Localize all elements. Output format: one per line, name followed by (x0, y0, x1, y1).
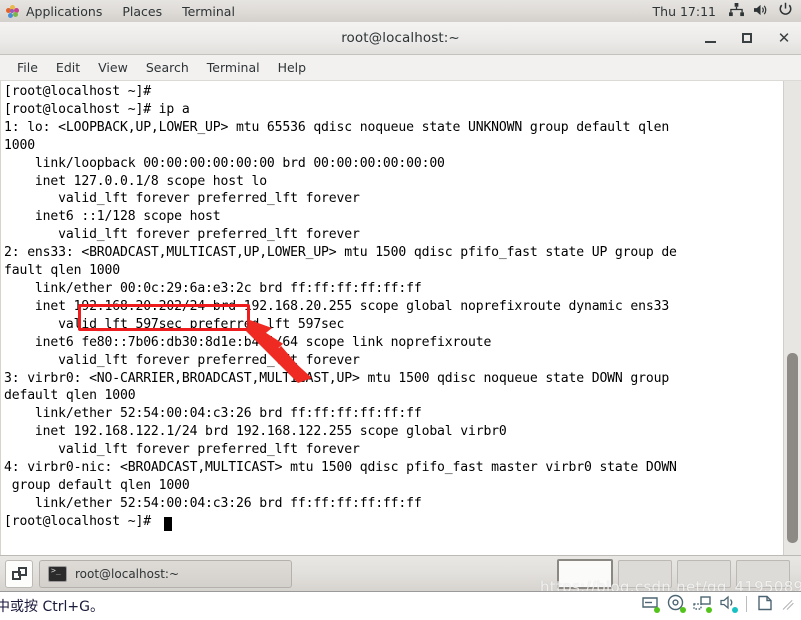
printer-icon[interactable] (640, 594, 660, 614)
window-controls: ✕ (703, 22, 791, 54)
terminal-app-menu[interactable]: Terminal (172, 0, 245, 22)
network-icon[interactable] (692, 594, 712, 614)
terminal-app-label: Terminal (182, 3, 235, 19)
menu-help[interactable]: Help (269, 55, 316, 80)
top-panel-status-area: Thu 17:11 (653, 0, 801, 22)
workspace-1[interactable] (557, 558, 613, 589)
terminal-window: root@localhost:~ ✕ File Edit View Search… (0, 22, 801, 555)
disc-icon[interactable] (666, 594, 686, 614)
menu-edit[interactable]: Edit (47, 55, 89, 80)
window-title: root@localhost:~ (341, 30, 460, 46)
close-icon: ✕ (777, 28, 791, 47)
printer-status-dot (654, 607, 660, 613)
menu-file[interactable]: File (8, 55, 47, 80)
terminal-body: [root@localhost ~]# [root@localhost ~]# … (0, 81, 801, 555)
places-label: Places (122, 3, 163, 19)
terminal-screen[interactable]: [root@localhost ~]# [root@localhost ~]# … (1, 81, 784, 555)
resize-grip[interactable] (781, 596, 797, 612)
system-tray (640, 594, 797, 614)
show-desktop-button[interactable] (5, 559, 33, 588)
terminal-cursor (164, 517, 172, 531)
workspace-2[interactable] (618, 559, 672, 588)
gnome-top-panel: Applications Places Terminal Thu 17:11 (0, 0, 801, 23)
volume-icon[interactable] (753, 3, 769, 20)
power-icon[interactable] (778, 2, 793, 20)
network-status-dot (706, 607, 712, 613)
maximize-icon (742, 33, 752, 43)
applications-menu[interactable]: Applications (0, 0, 112, 22)
taskbar-window-label: root@localhost:~ (75, 566, 180, 581)
workspace-switcher (557, 558, 796, 589)
minimize-icon (704, 40, 716, 43)
menu-view[interactable]: View (89, 55, 137, 80)
taskbar-window-button[interactable]: root@localhost:~ (39, 559, 292, 588)
show-desktop-icon (12, 567, 27, 580)
top-panel-menus: Applications Places Terminal (0, 0, 245, 22)
scrollbar-thumb[interactable] (787, 353, 798, 543)
tray-separator (746, 596, 747, 612)
window-titlebar[interactable]: root@localhost:~ ✕ (0, 22, 801, 55)
applications-pinwheel-icon (6, 4, 19, 18)
disc-status-dot (680, 607, 686, 613)
places-menu[interactable]: Places (112, 0, 172, 22)
clock[interactable]: Thu 17:11 (653, 4, 720, 19)
bottom-taskbar: root@localhost:~ (0, 555, 801, 591)
terminal-menubar: File Edit View Search Terminal Help (0, 55, 801, 81)
screen: Applications Places Terminal Thu 17:11 r… (0, 0, 801, 620)
workspace-4[interactable] (736, 559, 790, 588)
terminal-output: [root@localhost ~]# [root@localhost ~]# … (4, 84, 677, 529)
ime-hint-text: 中或按 Ctrl+G。 (0, 599, 104, 615)
applications-label: Applications (26, 3, 103, 19)
maximize-button[interactable] (740, 31, 754, 45)
menu-search[interactable]: Search (137, 55, 198, 80)
terminal-scrollbar[interactable] (783, 81, 801, 555)
close-button[interactable]: ✕ (777, 28, 791, 47)
document-icon[interactable] (755, 594, 775, 614)
volume-icon[interactable] (718, 594, 738, 614)
menu-terminal[interactable]: Terminal (198, 55, 269, 80)
terminal-icon (48, 565, 67, 582)
workspace-3[interactable] (677, 559, 731, 588)
ime-status-strip: 中或按 Ctrl+G。 (0, 591, 801, 620)
minimize-button[interactable] (703, 31, 717, 45)
network-icon[interactable] (729, 2, 744, 20)
volume-status-dot (732, 607, 738, 613)
